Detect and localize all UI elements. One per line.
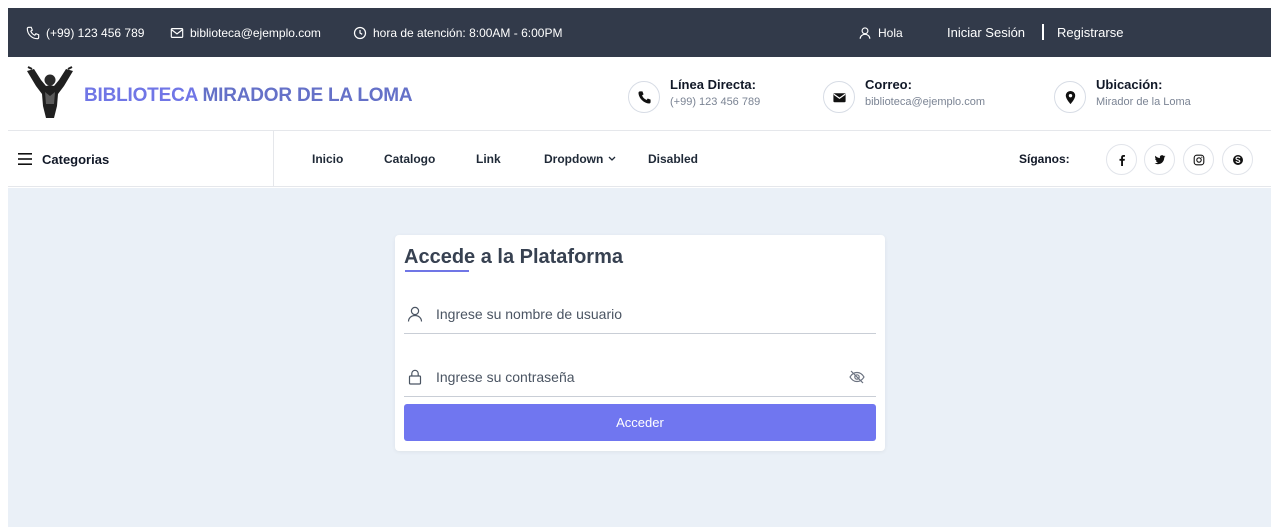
register-link-text: Registrarse	[1057, 25, 1124, 40]
greeting-link[interactable]: Hola	[858, 8, 903, 57]
topbar-email-text: biblioteca@ejemplo.com	[190, 25, 321, 40]
register-link[interactable]: Registrarse	[1057, 8, 1123, 57]
title-underline	[405, 270, 469, 272]
facebook-button[interactable]	[1106, 144, 1137, 175]
top-bar: (+99) 123 456 789 biblioteca@ejemplo.com…	[8, 8, 1271, 57]
topbar-separator	[1042, 24, 1044, 40]
categories-label: Categorias	[42, 151, 110, 167]
password-field	[404, 357, 876, 397]
logo-icon[interactable]	[24, 66, 76, 120]
user-icon	[859, 26, 871, 39]
envelope-icon	[832, 92, 846, 102]
username-field	[404, 294, 876, 334]
nav-link-catalogo[interactable]: Catalogo	[384, 131, 435, 187]
login-card: Accede a la Plataforma Acceder	[395, 235, 885, 451]
site-title[interactable]: BIBLIOTECA MIRADOR DE LA LOMA	[84, 85, 413, 107]
topbar-hours-text: hora de atención: 8:00AM - 6:00PM	[373, 25, 563, 40]
user-icon	[407, 306, 423, 322]
twitter-button[interactable]	[1144, 144, 1175, 175]
nav-link-link-label: Link	[476, 152, 501, 166]
topbar-hours: hora de atención: 8:00AM - 6:00PM	[353, 8, 562, 57]
contact-email: Correo: biblioteca@ejemplo.com	[823, 77, 985, 113]
header: BIBLIOTECA MIRADOR DE LA LOMA Línea Dire…	[8, 57, 1271, 131]
brand-part1: BIBLIOTECA	[84, 85, 198, 106]
login-title: Accede a la Plataforma	[404, 246, 623, 268]
topbar-phone-text: (+99) 123 456 789	[46, 25, 145, 40]
phone-icon-circle	[628, 81, 660, 113]
contact-email-label: Correo:	[865, 77, 912, 92]
contact-phone-label: Línea Directa:	[670, 77, 756, 92]
instagram-icon	[1193, 154, 1204, 165]
clock-icon	[353, 26, 367, 39]
facebook-icon	[1119, 154, 1125, 166]
map-pin-icon	[1065, 90, 1075, 104]
nav-link-link[interactable]: Link	[476, 131, 501, 187]
phone-icon	[638, 90, 651, 103]
envelope-icon-circle	[823, 81, 855, 113]
nav-link-inicio-label: Inicio	[312, 152, 344, 166]
greeting-text: Hola	[878, 25, 903, 40]
main-content: Accede a la Plataforma Acceder	[8, 188, 1271, 527]
phone-icon	[26, 26, 40, 39]
submit-button[interactable]: Acceder	[404, 404, 876, 441]
map-pin-icon-circle	[1054, 81, 1086, 113]
follow-label: Síganos:	[1019, 152, 1070, 166]
nav-link-catalogo-label: Catalogo	[384, 152, 436, 166]
contact-location-label: Ubicación:	[1096, 77, 1163, 92]
lock-icon	[408, 369, 422, 385]
skype-button[interactable]	[1222, 144, 1253, 175]
login-link[interactable]: Iniciar Sesión	[947, 8, 1025, 57]
nav-link-disabled-label: Disabled	[648, 152, 699, 166]
login-link-text: Iniciar Sesión	[947, 25, 1026, 40]
contact-phone-value: (+99) 123 456 789	[670, 96, 761, 108]
contact-phone: Línea Directa: (+99) 123 456 789	[628, 77, 760, 113]
categories-button[interactable]: Categorias	[8, 131, 274, 187]
nav-dropdown-label: Dropdown	[544, 152, 604, 166]
instagram-button[interactable]	[1183, 144, 1214, 175]
envelope-icon	[170, 27, 184, 38]
contact-location-value: Mirador de la Loma	[1096, 96, 1191, 108]
nav-link-disabled: Disabled	[648, 131, 698, 187]
brand-part2: MIRADOR DE LA LOMA	[202, 85, 413, 106]
nav-dropdown[interactable]: Dropdown	[544, 131, 616, 187]
skype-icon	[1232, 154, 1243, 165]
twitter-icon	[1154, 154, 1165, 164]
topbar-email: biblioteca@ejemplo.com	[170, 8, 321, 57]
password-input[interactable]	[436, 368, 816, 385]
main-nav: Categorias Inicio Catalogo Link Dropdown…	[8, 131, 1271, 187]
contact-email-value: biblioteca@ejemplo.com	[865, 96, 986, 108]
hamburger-icon	[18, 153, 32, 165]
username-input[interactable]	[436, 305, 816, 322]
nav-link-inicio[interactable]: Inicio	[312, 131, 343, 187]
eye-off-icon[interactable]	[848, 368, 866, 386]
contact-location: Ubicación: Mirador de la Loma	[1054, 77, 1191, 113]
topbar-phone: (+99) 123 456 789	[26, 8, 144, 57]
chevron-down-icon	[608, 156, 616, 161]
